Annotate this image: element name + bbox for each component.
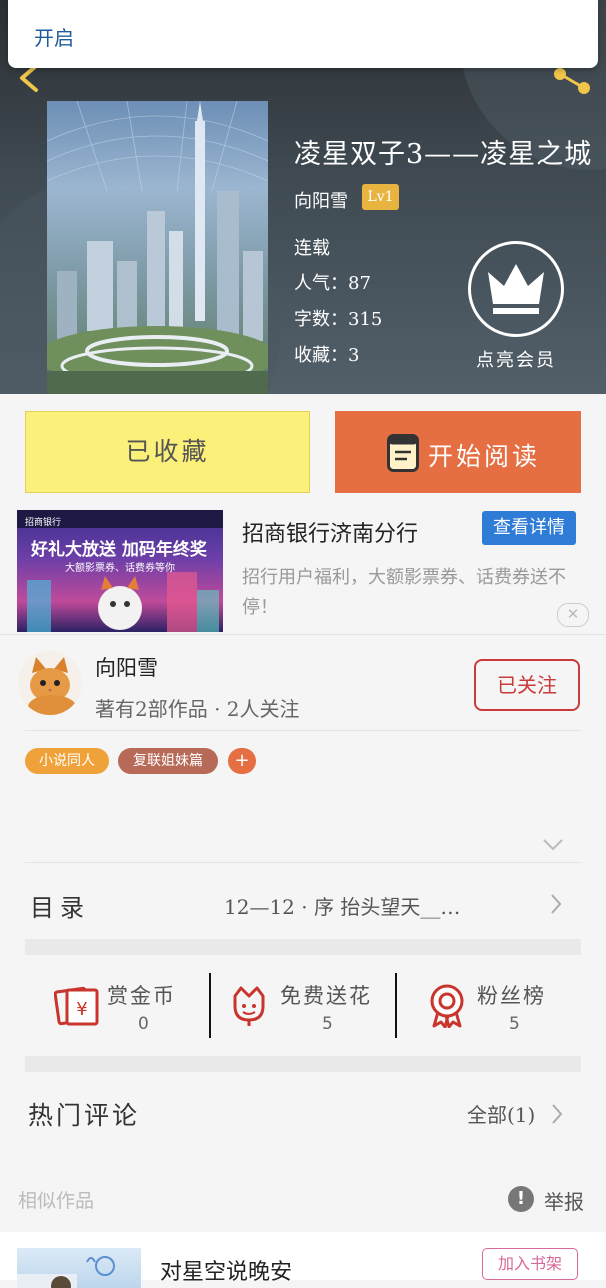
stats-separator bbox=[395, 973, 397, 1038]
vip-badge-button[interactable] bbox=[468, 241, 564, 337]
start-reading-label: 开始阅读 bbox=[428, 442, 541, 471]
fan-ranking-item[interactable] bbox=[424, 982, 470, 1032]
book-icon bbox=[387, 434, 419, 472]
send-flower-count: 5 bbox=[322, 1014, 333, 1034]
notification-enable-label[interactable]: 开启 bbox=[34, 22, 74, 51]
add-tag-button[interactable]: + bbox=[228, 748, 256, 774]
chevron-right-icon[interactable] bbox=[551, 1103, 563, 1125]
kitten-avatar-image bbox=[18, 651, 82, 715]
send-flower-item[interactable] bbox=[226, 982, 272, 1032]
toc-latest-chapter[interactable]: 12—12 · 序 抬头望天__… bbox=[224, 891, 460, 920]
word-count-stat: 字数：315 bbox=[294, 309, 383, 330]
similar-work-item[interactable]: 对星空说晚安 加入书架 bbox=[0, 1232, 606, 1288]
ad-banner-image[interactable]: 招商银行 好礼大放送 加码年终奖 大额影票券、话费券等你 bbox=[17, 510, 223, 632]
section-divider bbox=[25, 862, 581, 863]
ad-detail-button[interactable]: 查看详情 bbox=[482, 511, 576, 545]
toc-label[interactable]: 目录 bbox=[30, 888, 90, 923]
popularity-stat: 人气：87 bbox=[294, 273, 371, 294]
send-flower-label[interactable]: 免费送花 bbox=[280, 980, 372, 1010]
vip-label[interactable]: 点亮会员 bbox=[476, 346, 556, 372]
start-reading-button[interactable]: 开始阅读 bbox=[335, 411, 581, 493]
author-works-meta: 著有2部作品 · 2人关注 bbox=[95, 697, 300, 721]
author-profile-name[interactable]: 向阳雪 bbox=[95, 652, 158, 682]
serial-status: 连载 bbox=[294, 238, 330, 259]
report-icon[interactable]: ! bbox=[508, 1186, 534, 1212]
all-comments-link[interactable]: 全部(1) bbox=[467, 1099, 535, 1128]
coin-envelope-icon: ¥ bbox=[53, 986, 99, 1026]
fan-ranking-label[interactable]: 粉丝榜 bbox=[477, 980, 546, 1010]
medal-icon bbox=[430, 984, 464, 1029]
ad-close-icon[interactable]: ✕ bbox=[557, 603, 589, 627]
similar-work-title[interactable]: 对星空说晚安 bbox=[160, 1254, 292, 1286]
add-to-bookshelf-button[interactable]: 加入书架 bbox=[482, 1248, 578, 1280]
reward-coin-item[interactable]: ¥ bbox=[53, 982, 100, 1032]
crown-icon bbox=[488, 264, 544, 314]
hot-comments-title: 热门评论 bbox=[28, 1101, 141, 1130]
collected-button[interactable]: 已收藏 bbox=[25, 411, 310, 493]
report-label[interactable]: 举报 bbox=[544, 1186, 584, 1215]
author-avatar[interactable] bbox=[18, 651, 82, 715]
favorites-stat: 收藏：3 bbox=[294, 345, 360, 366]
ad-title[interactable]: 招商银行济南分行 bbox=[242, 516, 418, 548]
flower-icon bbox=[233, 986, 265, 1026]
section-separator bbox=[25, 939, 581, 955]
book-title: 凌星双子3——凌星之城 bbox=[294, 139, 593, 170]
section-divider bbox=[25, 730, 581, 731]
ad-slogan: 好礼大放送 加码年终奖 bbox=[31, 540, 207, 560]
reward-coin-label[interactable]: 赏金币 bbox=[107, 980, 176, 1010]
tag-chip[interactable]: 复联姐妹篇 bbox=[118, 748, 218, 774]
share-icon[interactable] bbox=[550, 64, 594, 96]
tag-chip[interactable]: 小说同人 bbox=[25, 748, 109, 774]
reward-coin-count: 0 bbox=[138, 1014, 149, 1034]
book-cover-image[interactable] bbox=[47, 101, 268, 394]
ad-description: 招行用户福利，大额影票券、话费券送不停！ bbox=[242, 567, 566, 618]
notification-bar[interactable]: 开启 bbox=[8, 0, 598, 68]
ad-subslogan: 大额影票券、话费券等你 bbox=[65, 563, 175, 574]
follow-button[interactable]: 已关注 bbox=[474, 659, 580, 711]
similar-works-label: 相似作品 bbox=[18, 1190, 95, 1212]
similar-work-cover[interactable] bbox=[17, 1248, 141, 1288]
author-level-badge: Lv1 bbox=[362, 184, 399, 210]
chevron-down-icon[interactable] bbox=[542, 838, 564, 852]
section-divider bbox=[0, 634, 606, 635]
section-separator bbox=[25, 1056, 581, 1072]
author-name[interactable]: 向阳雪 bbox=[294, 187, 348, 213]
ad-bank-logo-text: 招商银行 bbox=[25, 518, 62, 528]
stats-separator bbox=[209, 973, 211, 1038]
svg-text:¥: ¥ bbox=[76, 999, 87, 1020]
fan-ranking-count: 5 bbox=[509, 1014, 520, 1034]
similar-work-cover-art bbox=[17, 1256, 115, 1288]
chevron-right-icon[interactable] bbox=[550, 893, 562, 915]
